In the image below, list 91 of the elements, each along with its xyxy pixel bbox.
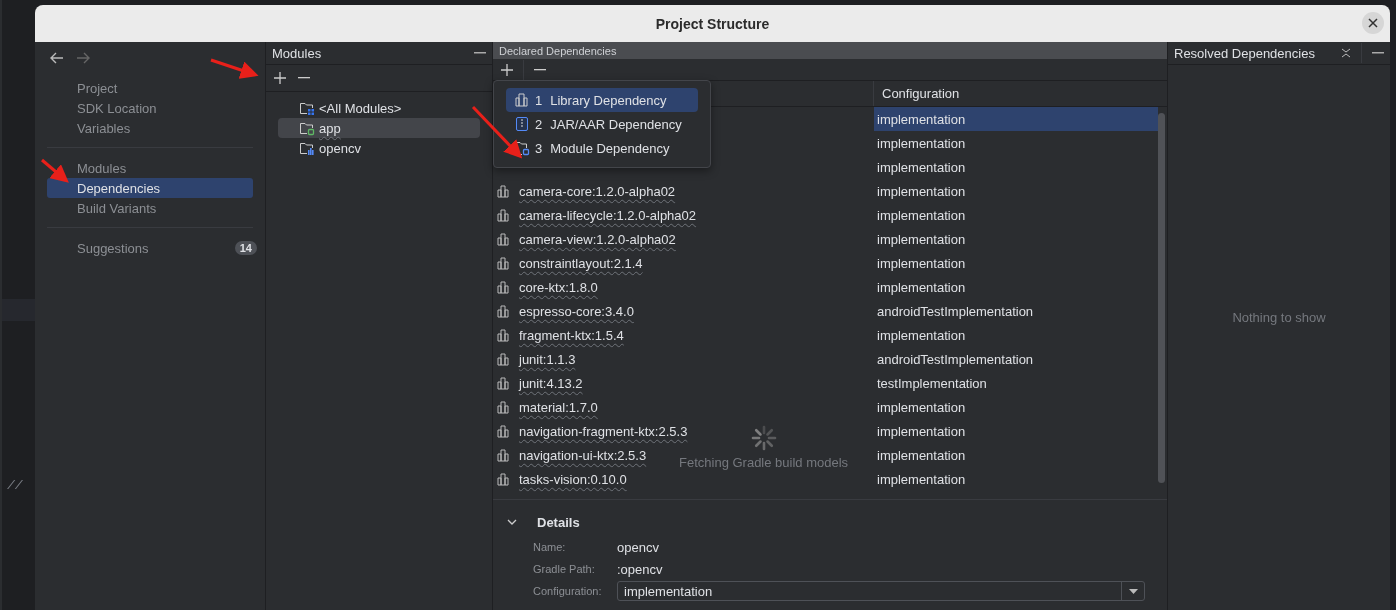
remove-icon[interactable] <box>534 68 546 71</box>
library-icon <box>497 184 511 198</box>
library-icon <box>514 92 530 108</box>
configuration-cell-text: implementation <box>876 398 967 417</box>
collapse-icon[interactable] <box>1341 48 1351 58</box>
close-icon <box>1368 18 1378 28</box>
scrollbar-thumb[interactable] <box>1158 113 1165 483</box>
dependency-name[interactable]: constraintlayout:2.1.4 <box>519 255 643 271</box>
dependency-name[interactable]: espresso-core:3.4.0 <box>519 303 634 319</box>
panel-title: Modules <box>272 45 322 61</box>
field-label: Gradle Path: <box>533 563 596 575</box>
nav-item[interactable]: Build Variants <box>47 198 253 218</box>
back-arrow-icon[interactable] <box>50 52 64 64</box>
field-label: Configuration: <box>533 585 603 597</box>
library-icon <box>497 328 511 342</box>
spinner-icon <box>750 425 777 451</box>
configuration-cell-text: implementation <box>876 470 967 489</box>
field-value: opencv <box>617 539 659 555</box>
dependency-name[interactable]: material:1.7.0 <box>519 399 598 415</box>
folder-icon <box>514 140 530 156</box>
library-icon <box>497 424 511 438</box>
annotation-arrow <box>471 105 523 159</box>
configuration-cell: implementation <box>874 107 1158 131</box>
configuration-cell-text: androidTestImplementation <box>876 302 1035 321</box>
caret-icon <box>1128 588 1138 594</box>
chevron-icon[interactable] <box>507 519 517 525</box>
configuration-cell-text: implementation <box>876 182 967 201</box>
panel-title: Resolved Dependencies <box>1174 45 1316 61</box>
folder-icon <box>299 140 315 156</box>
column-header[interactable]: Configuration <box>874 81 960 106</box>
archive-icon <box>514 116 530 132</box>
nav-item[interactable]: Modules <box>47 158 253 178</box>
library-icon <box>497 280 511 294</box>
configuration-cell-text: implementation <box>876 446 967 465</box>
dependency-name[interactable]: fragment-ktx:1.5.4 <box>519 327 624 343</box>
dependency-name[interactable]: camera-view:1.2.0-alpha02 <box>519 231 676 247</box>
library-icon <box>497 208 511 222</box>
folder-icon <box>299 120 315 136</box>
empty-message: Nothing to show <box>1232 310 1326 325</box>
count-badge: 14 <box>234 241 257 255</box>
configuration-cell-text: implementation <box>876 278 967 297</box>
configuration-cell-text: implementation <box>876 422 967 441</box>
close-button[interactable] <box>1362 12 1384 34</box>
nav-item[interactable]: Variables <box>47 118 253 138</box>
menu-item[interactable]: 1 Library Dependency <box>506 88 698 112</box>
dependency-name[interactable]: navigation-ui-ktx:2.5.3 <box>519 447 647 463</box>
library-icon <box>497 232 511 246</box>
configuration-cell-text: implementation <box>876 254 967 273</box>
library-icon <box>497 304 511 318</box>
dependency-name[interactable]: navigation-fragment-ktx:2.5.3 <box>519 423 688 439</box>
code-comment: // <box>7 478 23 493</box>
dependency-name[interactable]: camera-core:1.2.0-alpha02 <box>519 183 676 199</box>
configuration-dropdown[interactable]: implementation <box>617 581 1145 601</box>
field-label: Name: <box>533 541 567 553</box>
dependency-name[interactable]: junit:1.1.3 <box>519 351 576 367</box>
library-icon <box>497 256 511 270</box>
dependency-name[interactable]: tasks-vision:0.10.0 <box>519 471 627 487</box>
configuration-cell-text: implementation <box>876 230 967 249</box>
configuration-cell-text: androidTestImplementation <box>876 350 1035 369</box>
configuration-cell-text: implementation <box>876 206 967 225</box>
library-icon <box>497 448 511 462</box>
dependency-name[interactable]: camera-lifecycle:1.2.0-alpha02 <box>519 207 697 223</box>
library-icon <box>497 400 511 414</box>
menu-item[interactable]: 2 JAR/AAR Dependency <box>506 112 698 136</box>
forward-arrow-icon[interactable] <box>76 52 90 64</box>
library-icon <box>497 352 511 366</box>
loading-message: Fetching Gradle build models <box>679 455 849 470</box>
module-item[interactable]: app <box>278 118 480 138</box>
library-icon <box>497 376 511 390</box>
add-icon[interactable] <box>274 72 286 84</box>
configuration-cell-text: implementation <box>876 134 967 153</box>
configuration-cell-text: implementation <box>876 158 967 177</box>
menu-item[interactable]: 3 Module Dependency <box>506 136 698 160</box>
annotation-arrow <box>210 58 259 79</box>
panel-title: Declared Dependencies <box>499 44 617 57</box>
dependency-name[interactable]: core-ktx:1.8.0 <box>519 279 598 295</box>
library-icon <box>497 472 511 486</box>
folder-icon <box>299 100 315 116</box>
configuration-cell-text: implementation <box>876 326 967 345</box>
nav-item[interactable]: Dependencies <box>47 178 253 198</box>
nav-item[interactable]: SDK Location <box>47 98 253 118</box>
module-item[interactable]: <All Modules> <box>278 98 480 118</box>
annotation-arrow <box>41 158 69 183</box>
section-title: Details <box>537 514 580 530</box>
nav-item[interactable]: Project <box>47 78 253 98</box>
window-title: Project Structure <box>655 15 770 32</box>
add-icon[interactable] <box>501 63 513 76</box>
dependency-name[interactable]: junit:4.13.2 <box>519 375 583 391</box>
module-item[interactable]: opencv <box>278 138 480 158</box>
configuration-cell-text: testImplementation <box>876 374 988 393</box>
field-value: :opencv <box>617 561 663 577</box>
